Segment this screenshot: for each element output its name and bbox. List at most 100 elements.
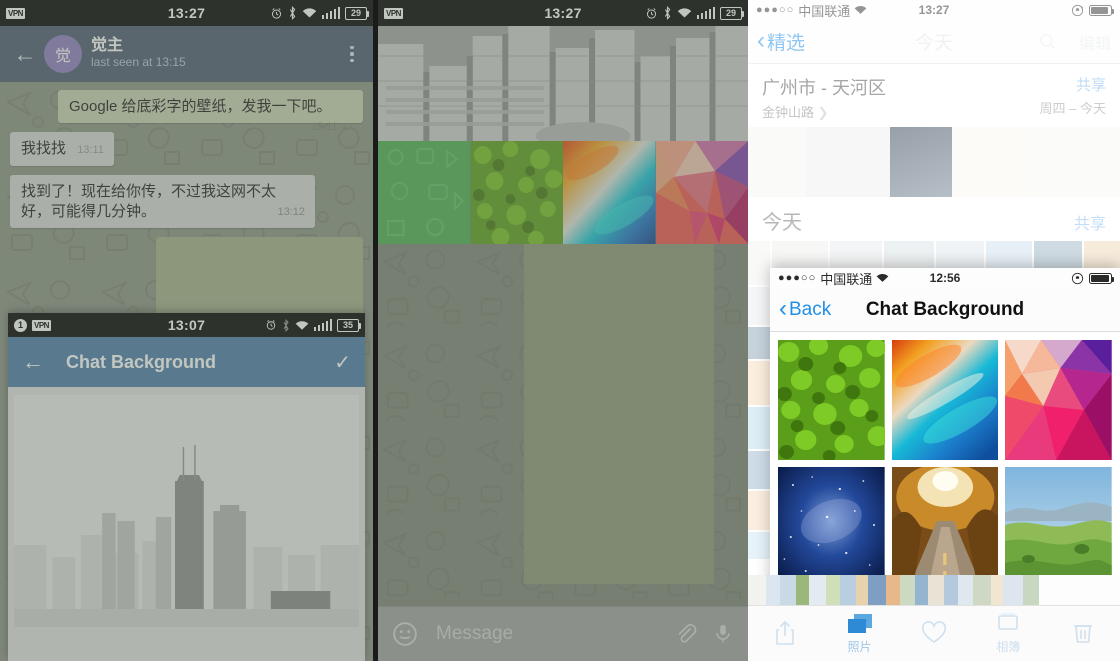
microphone-icon[interactable]: [712, 622, 734, 646]
vpn-icon: VPN: [384, 7, 403, 19]
thumbnail[interactable]: [748, 575, 766, 605]
thumbnail[interactable]: [748, 127, 806, 197]
vpn-icon: VPN: [32, 319, 51, 331]
thumbnail[interactable]: [915, 575, 928, 605]
wallpaper-cell-galaxy[interactable]: [778, 467, 885, 587]
inner-screenshot-chat-background: 1 VPN 13:07 35 ← Chat Background ✓: [8, 313, 365, 661]
ios-status-bar: ●●●○○ 中国联通 12:56: [770, 268, 1120, 288]
bottom-filmstrip[interactable]: [748, 575, 1120, 605]
thumbnail[interactable]: [1003, 575, 1023, 605]
contact-status: last seen at 13:15: [91, 55, 186, 70]
thumbnail[interactable]: [796, 575, 809, 605]
heart-icon: [921, 620, 947, 643]
message-input[interactable]: Message: [436, 623, 660, 645]
wallpaper-preview[interactable]: [14, 395, 359, 627]
thumbnail[interactable]: [840, 575, 856, 605]
thumbnail[interactable]: [809, 575, 826, 605]
thumbnail[interactable]: [748, 532, 770, 559]
photo-placeholder[interactable]: [524, 244, 714, 584]
thumbnail[interactable]: [944, 575, 958, 605]
albums-icon: [998, 613, 1019, 630]
thumbnail[interactable]: [748, 241, 770, 285]
chevron-right-icon: ❯: [817, 105, 829, 120]
thumbnail[interactable]: [748, 450, 770, 489]
today-section-header: 今天 共享: [748, 197, 1120, 241]
back-arrow-icon[interactable]: ←: [10, 39, 40, 69]
battery-icon: [1089, 4, 1114, 16]
wallpaper-swatch-nebula[interactable]: [563, 141, 656, 244]
wallpaper-swatch-polygon[interactable]: [655, 141, 748, 244]
check-icon[interactable]: ✓: [334, 350, 351, 375]
thumbnail[interactable]: [900, 575, 915, 605]
ios-tab-bar[interactable]: 照片 相簿: [748, 605, 1120, 661]
signal-icon: [313, 319, 332, 331]
screenshot-stage: VPN 13:27 29 ← 觉 觉主 last seen at 13:15 G…: [0, 0, 1120, 661]
albums-tab[interactable]: 相簿: [971, 612, 1045, 655]
photos-tab[interactable]: 照片: [822, 612, 896, 655]
notification-badge: 1: [14, 318, 27, 332]
message-bubble[interactable]: 我找找 13:11: [10, 132, 114, 166]
message-text: Google 给底彩字的壁纸，发我一下吧。: [69, 98, 332, 115]
autumn-road-image: [891, 463, 999, 587]
thumbnail[interactable]: [826, 575, 840, 605]
thumbnail[interactable]: [886, 575, 900, 605]
message-bubble[interactable]: Google 给底彩字的壁纸，发我一下吧。 13:11 ✓✓: [58, 90, 363, 133]
thumbnail[interactable]: [868, 575, 886, 605]
wallpaper-grid[interactable]: [770, 332, 1120, 595]
thumbnail[interactable]: [748, 406, 770, 449]
back-arrow-icon[interactable]: ←: [22, 349, 44, 375]
thumbnail[interactable]: [766, 575, 780, 605]
thumbnail[interactable]: [748, 326, 770, 359]
chat-message-list[interactable]: [378, 244, 748, 606]
wallpaper-cell-green-hills[interactable]: [1005, 467, 1112, 587]
thumbnail[interactable]: [1032, 127, 1120, 197]
thumbnail[interactable]: [780, 575, 796, 605]
contact-name: 觉主: [91, 37, 124, 54]
wallpaper-cell-leaves[interactable]: [776, 337, 889, 462]
panel-android-chat: VPN 13:27 29 ← 觉 觉主 last seen at 13:15 G…: [0, 0, 373, 661]
message-bubble[interactable]: 找到了！现在给你传，不过我这网不太好，可能得几分钟。 13:12: [10, 174, 315, 228]
moment-sublocation[interactable]: 金钟山路 ❯: [762, 102, 1040, 121]
thumbnail[interactable]: [991, 575, 1003, 605]
favorites-button[interactable]: [897, 620, 971, 647]
chat-app-bar: ← 觉 觉主 last seen at 13:15: [0, 26, 373, 82]
city-photo-banner[interactable]: [378, 26, 748, 141]
thumbnail[interactable]: [1023, 575, 1039, 605]
moment-header[interactable]: 广州市 - 天河区 金钟山路 ❯ 共享 周四 – 今天: [748, 64, 1120, 125]
thumbnail-bokehing[interactable]: [952, 127, 1032, 197]
delete-button[interactable]: [1046, 620, 1120, 648]
thumbnail[interactable]: [806, 127, 890, 197]
thumbnail[interactable]: [958, 575, 973, 605]
wallpaper-swatch-green-doodle[interactable]: [378, 141, 471, 244]
thumbnail[interactable]: [748, 361, 770, 405]
wallpaper-cell-polygon[interactable]: [1005, 340, 1112, 460]
thumbnail[interactable]: [748, 286, 770, 325]
share-link[interactable]: 共享: [1074, 210, 1106, 234]
share-link[interactable]: 共享: [1040, 74, 1106, 95]
smiley-icon[interactable]: [392, 621, 418, 647]
battery-icon: 35: [337, 318, 361, 332]
overflow-menu-icon[interactable]: [341, 45, 363, 63]
thumbnail[interactable]: [928, 575, 944, 605]
chat-background-app-bar: ← Chat Background ✓: [8, 337, 365, 387]
albums-label: 相簿: [996, 640, 1021, 654]
wallpaper-cell-autumn-road[interactable]: [891, 463, 999, 587]
thumbnail[interactable]: [748, 490, 770, 531]
thumbnail[interactable]: [856, 575, 868, 605]
wallpaper-cell-nebula[interactable]: [891, 340, 999, 460]
wallpaper-swatch-row[interactable]: [378, 141, 748, 247]
wallpaper-swatch-leaves[interactable]: [470, 141, 563, 247]
paperclip-icon[interactable]: [674, 622, 698, 646]
share-button[interactable]: [748, 620, 822, 648]
thumbnail[interactable]: [890, 127, 952, 197]
photos-icon: [847, 614, 872, 633]
thumbnail[interactable]: [973, 575, 991, 605]
avatar[interactable]: 觉: [44, 35, 82, 73]
trash-icon: [1073, 624, 1092, 643]
page-title: Chat Background: [66, 351, 217, 372]
message-text: 我找找: [21, 140, 67, 158]
message-composer[interactable]: Message: [378, 606, 748, 661]
moment-thumbnail-row[interactable]: [748, 127, 1120, 197]
wifi-icon: [876, 274, 889, 282]
bluetooth-icon: [283, 318, 289, 332]
